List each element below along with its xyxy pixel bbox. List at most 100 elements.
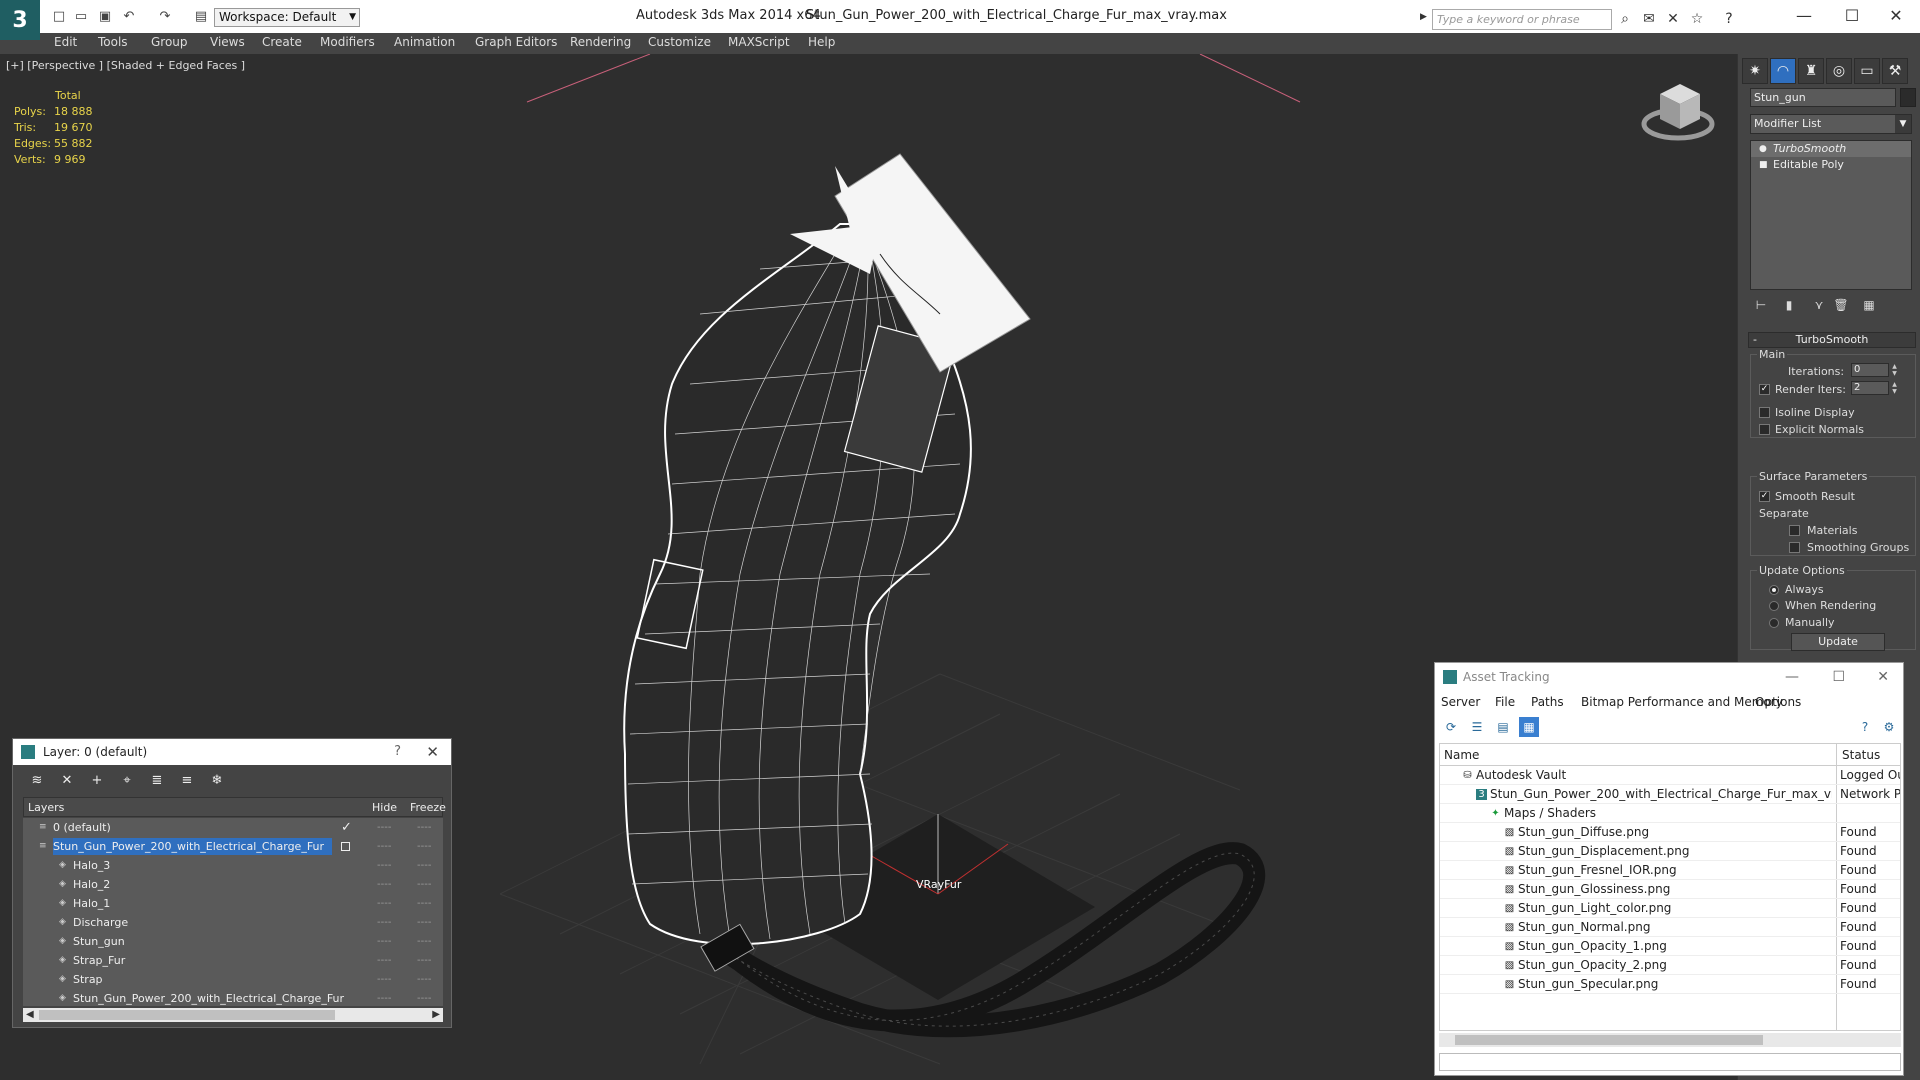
menu-graph-editors[interactable]: Graph Editors (475, 35, 557, 49)
undo-icon[interactable]: ↶ (120, 8, 138, 26)
scroll-right-icon[interactable]: ▶ (432, 1008, 440, 1022)
close-icon[interactable]: ✕ (426, 739, 439, 765)
view-cube[interactable] (1641, 84, 1715, 141)
iterations-spinner[interactable]: 0 (1851, 363, 1889, 377)
remove-modifier-icon[interactable]: 🗑 (1830, 294, 1852, 316)
binoculars-icon[interactable]: ⌕ (1616, 10, 1634, 28)
help-icon[interactable]: ? (1720, 10, 1738, 28)
hide-toggle[interactable]: ---- (377, 856, 391, 875)
show-end-result-icon[interactable]: ▮ (1778, 294, 1800, 316)
viewport-label[interactable]: [+] [Perspective ] [Shaded + Edged Faces… (6, 59, 245, 72)
menu-create[interactable]: Create (262, 35, 302, 49)
layer-row[interactable]: ◈ Halo_3 ---- ---- (23, 856, 443, 875)
asset-row[interactable]: ⛁ Autodesk Vault Logged Out (1440, 766, 1900, 785)
freeze-toggle[interactable]: ---- (417, 856, 431, 875)
close-icon[interactable]: ✕ (1877, 663, 1889, 691)
isoline-checkbox[interactable] (1759, 407, 1770, 418)
asset-row[interactable]: ✦ Maps / Shaders (1440, 804, 1900, 823)
layer-row[interactable]: ◈ Halo_1 ---- ---- (23, 894, 443, 913)
menu-rendering[interactable]: Rendering (570, 35, 631, 49)
thumbnail-view-icon[interactable]: ▤ (1493, 717, 1513, 737)
modifier-list-dropdown[interactable]: Modifier List ▼ (1750, 114, 1912, 134)
spinner-arrows-icon[interactable]: ▲ ▼ (1890, 381, 1899, 395)
freeze-toggle[interactable]: ---- (417, 913, 431, 932)
modify-tab-icon[interactable]: ◠ (1770, 58, 1796, 84)
col-layers[interactable]: Layers (28, 801, 64, 814)
maximize-button[interactable]: ☐ (1832, 4, 1872, 28)
motion-tab-icon[interactable]: ◎ (1826, 58, 1852, 84)
project-folder-icon[interactable]: ▤ (192, 8, 210, 26)
spinner-arrows-icon[interactable]: ▲ ▼ (1890, 363, 1899, 377)
asset-menu-server[interactable]: Server (1441, 695, 1480, 709)
asset-menu-paths[interactable]: Paths (1531, 695, 1564, 709)
layer-row[interactable]: ◈ Halo_2 ---- ---- (23, 875, 443, 894)
menu-maxscript[interactable]: MAXScript (728, 35, 790, 49)
asset-row[interactable]: ▧ Stun_gun_Specular.png Found (1440, 975, 1900, 994)
help-icon[interactable]: ? (394, 739, 401, 765)
layer-row[interactable]: ◈ Strap_Fur ---- ---- (23, 951, 443, 970)
col-name[interactable]: Name (1444, 748, 1479, 762)
freeze-toggle[interactable]: ---- (417, 932, 431, 951)
turbosmooth-rollout-header[interactable]: - TurboSmooth (1748, 332, 1916, 348)
smooth-result-checkbox[interactable]: ✓ (1759, 491, 1770, 502)
asset-row[interactable]: ▧ Stun_gun_Glossiness.png Found (1440, 880, 1900, 899)
utilities-tab-icon[interactable]: ⚒ (1882, 58, 1908, 84)
asset-row[interactable]: ▧ Stun_gun_Fresnel_IOR.png Found (1440, 861, 1900, 880)
materials-checkbox[interactable] (1789, 525, 1800, 536)
object-name-field[interactable]: Stun_gun (1750, 88, 1896, 107)
asset-menu-bitmap[interactable]: Bitmap Performance and Memory (1581, 695, 1783, 709)
asset-row[interactable]: ▧ Stun_gun_Displacement.png Found (1440, 842, 1900, 861)
minimize-button[interactable]: — (1785, 663, 1799, 691)
freeze-toggle[interactable]: ---- (417, 989, 431, 1006)
freeze-all-icon[interactable]: ❄ (207, 771, 227, 791)
table-view-icon[interactable]: ▦ (1519, 717, 1539, 737)
stack-item-turbosmooth[interactable]: ● TurboSmooth (1751, 141, 1911, 157)
asset-row[interactable]: ▧ Stun_gun_Diffuse.png Found (1440, 823, 1900, 842)
create-layer-icon[interactable]: ≋ (27, 771, 47, 791)
hide-toggle[interactable]: ---- (377, 932, 391, 951)
hide-toggle[interactable]: ---- (377, 970, 391, 989)
highlight-layer-icon[interactable]: ≣ (147, 771, 167, 791)
hide-toggle[interactable]: ---- (377, 951, 391, 970)
search-expand-icon[interactable]: ▶ (1420, 12, 1427, 22)
add-to-layer-icon[interactable]: + (87, 771, 107, 791)
favorites-star-icon[interactable]: ☆ (1688, 10, 1706, 28)
when-rendering-radio[interactable] (1769, 601, 1779, 611)
always-radio[interactable] (1769, 585, 1779, 595)
freeze-toggle[interactable]: ---- (417, 951, 431, 970)
hide-all-icon[interactable]: ≡ (177, 771, 197, 791)
select-objects-icon[interactable]: ⌖ (117, 771, 137, 791)
menu-group[interactable]: Group (151, 35, 188, 49)
hide-toggle[interactable]: ---- (377, 913, 391, 932)
minimize-button[interactable]: — (1784, 4, 1824, 28)
freeze-toggle[interactable]: ---- (417, 970, 431, 989)
search-input[interactable]: Type a keyword or phrase (1432, 9, 1612, 30)
freeze-toggle[interactable]: ---- (417, 894, 431, 913)
display-tab-icon[interactable]: ▭ (1854, 58, 1880, 84)
update-button[interactable]: Update (1791, 633, 1885, 651)
tools-icon[interactable]: ✕ (1664, 10, 1682, 28)
col-hide[interactable]: Hide (372, 801, 397, 814)
layer-row[interactable]: ◈ Stun_Gun_Power_200_with_Electrical_Char… (23, 989, 443, 1006)
redo-icon[interactable]: ↷ (156, 8, 174, 26)
layer-row[interactable]: ◈ Discharge ---- ---- (23, 913, 443, 932)
scroll-left-icon[interactable]: ◀ (26, 1008, 34, 1022)
asset-row[interactable]: ▧ Stun_gun_Opacity_2.png Found (1440, 956, 1900, 975)
smoothing-groups-checkbox[interactable] (1789, 542, 1800, 553)
asset-dialog-titlebar[interactable]: Asset Tracking — ☐ ✕ (1435, 663, 1903, 691)
layer-row[interactable]: ◈ Strap ---- ---- (23, 970, 443, 989)
layer-dialog-titlebar[interactable]: Layer: 0 (default) ? ✕ (13, 739, 451, 765)
create-tab-icon[interactable]: ✷ (1742, 58, 1768, 84)
hierarchy-tab-icon[interactable]: ♜ (1798, 58, 1824, 84)
col-status[interactable]: Status (1842, 748, 1880, 762)
col-freeze[interactable]: Freeze (410, 801, 446, 814)
asset-row[interactable]: ▧ Stun_gun_Opacity_1.png Found (1440, 937, 1900, 956)
scroll-thumb[interactable] (1455, 1035, 1763, 1045)
hide-toggle[interactable]: ---- (377, 818, 391, 837)
hide-toggle[interactable]: ---- (377, 875, 391, 894)
layer-row[interactable]: ◈ Stun_gun ---- ---- (23, 932, 443, 951)
save-file-icon[interactable]: ▣ (96, 8, 114, 26)
pin-stack-icon[interactable]: ⊢ (1750, 294, 1772, 316)
menu-customize[interactable]: Customize (648, 35, 711, 49)
hide-toggle[interactable]: ---- (377, 989, 391, 1006)
